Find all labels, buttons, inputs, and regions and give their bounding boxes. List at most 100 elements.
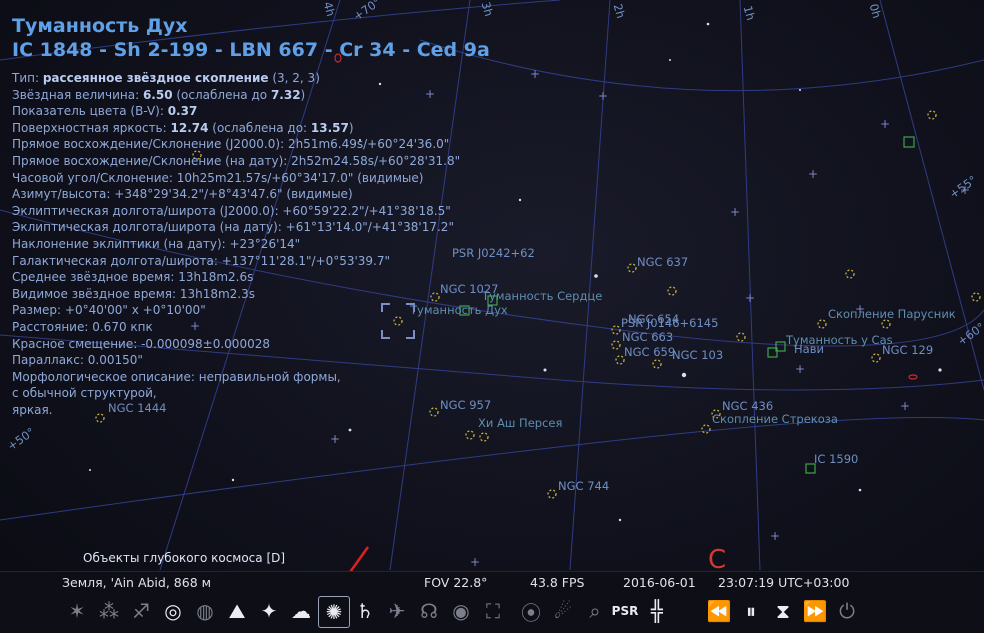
object-name: Туманность Дух — [12, 15, 188, 37]
cardinal-points-icon[interactable]: ✦ — [254, 596, 284, 626]
sky-label[interactable]: Скопление Стрекоза — [712, 412, 838, 426]
info-line: с обычной структурой, — [12, 385, 490, 402]
sky-label[interactable]: Нави — [794, 342, 824, 356]
fps-readout: 43.8 FPS — [530, 575, 585, 590]
fov-readout: FOV 22.8° — [424, 575, 488, 590]
constellation-art-icon[interactable]: ♐ — [126, 596, 156, 626]
sky-label[interactable]: NGC 103 — [672, 348, 723, 362]
info-line-key: Показатель цвета (B-V): — [12, 104, 168, 119]
info-line-rest: 0.670 кпк — [92, 319, 153, 334]
info-line-val: 12.74 — [170, 120, 209, 135]
meteor-showers-icon[interactable]: ☄ — [548, 596, 578, 626]
info-line-val2: 7.32 — [270, 87, 301, 102]
sky-label[interactable]: IC 1590 — [814, 452, 858, 466]
eye-icon[interactable]: ◉ — [446, 596, 476, 626]
constellation-lines-icon[interactable]: ✶ — [62, 596, 92, 626]
sky-label[interactable]: NGC 957 — [440, 398, 491, 412]
sky-label[interactable]: NGC 663 — [622, 330, 673, 344]
object-designations: IC 1848 - Sh 2-199 - LBN 667 - Cr 34 - C… — [12, 39, 490, 61]
info-line-key: Азимут/высота: — [12, 187, 115, 202]
night-mode-icon[interactable]: ☊ — [414, 596, 444, 626]
info-line-rest: +23°26'14" — [229, 236, 301, 251]
object-info-panel: Туманность Дух IC 1848 - Sh 2-199 - LBN … — [12, 14, 490, 418]
sky-label[interactable]: NGC 744 — [558, 479, 609, 493]
svg-text:+: + — [745, 291, 755, 305]
info-line-key: Прямое восхождение/Склонение (J2000.0): — [12, 137, 288, 152]
info-line-rest: неправильной формы, — [198, 369, 341, 384]
info-line-key: Наклонение эклиптики (на дату): — [12, 236, 230, 251]
real-time-icon[interactable]: ⧗ — [768, 596, 798, 626]
info-line-key: Эклиптическая долгота/широта (на дату): — [12, 220, 286, 235]
info-line-rest: 10h25m21.57s/+60°34'17.0" (видимые) — [176, 170, 424, 185]
sky-label[interactable]: NGC 436 — [722, 399, 773, 413]
atmosphere-icon[interactable]: ☁ — [286, 596, 316, 626]
sky-label[interactable]: Хи Аш Персея — [478, 416, 562, 430]
info-line-key: Поверхностная яркость: — [12, 120, 171, 135]
svg-text:+: + — [900, 399, 910, 413]
ground-icon[interactable]: ⛰ — [222, 596, 252, 626]
info-line: Параллакс: 0.00150" — [12, 352, 490, 369]
svg-text:+: + — [770, 529, 780, 543]
sky-view[interactable]: + + + + + + + + + + + + + + + C Туманнос… — [0, 0, 984, 633]
pulsars-label: PSR — [611, 604, 639, 618]
sky-label[interactable]: Скопление Парусник — [828, 307, 956, 321]
info-line: Эклиптическая долгота/широта (J2000.0): … — [12, 203, 490, 220]
info-line: Показатель цвета (B-V): 0.37 — [12, 103, 490, 120]
info-line-rest: +137°11'28.1"/+0°53'39.7" — [221, 253, 391, 268]
pulsars-icon[interactable]: PSR — [610, 596, 640, 626]
pause-icon[interactable]: ⏸ — [736, 596, 766, 626]
quit-icon[interactable]: ⏻ — [832, 596, 862, 626]
info-line-val: рассеянное звёздное скопление — [42, 71, 269, 85]
sky-label[interactable]: NGC 1444 — [108, 401, 166, 415]
sky-label[interactable]: PSR J0146+6145 — [621, 316, 718, 330]
sky-label[interactable]: Туманность Дух — [410, 303, 508, 317]
object-details: Тип: рассеянное звёздное скопление (3, 2… — [12, 70, 490, 418]
svg-text:+: + — [470, 555, 480, 569]
info-line: Звёздная величина: 6.50 (ослаблена до 7.… — [12, 87, 490, 104]
info-line-key: Эклиптическая долгота/широта (J2000.0): — [12, 203, 283, 218]
info-line-rest: с обычной структурой, — [12, 386, 157, 401]
search-icon[interactable]: ⌕ — [580, 596, 610, 626]
info-line-key: Морфологическое описание: — [12, 369, 199, 384]
category-label: Объекты глубокого космоса [D] — [83, 551, 286, 565]
equatorial-mount-icon[interactable]: ✈ — [382, 596, 412, 626]
info-line-key: Красное смещение: — [12, 336, 142, 351]
info-line: Морфологическое описание: неправильной ф… — [12, 369, 490, 386]
info-line-key: Звёздная величина: — [12, 87, 143, 102]
constellation-labels-icon[interactable]: ⁂ — [94, 596, 124, 626]
svg-text:+: + — [730, 205, 740, 219]
info-line: Эклиптическая долгота/широта (на дату): … — [12, 219, 490, 236]
fast-forward-icon[interactable]: ⏩ — [800, 596, 830, 626]
sky-label[interactable]: NGC 659 — [624, 345, 675, 359]
info-line-rest: +348°29'34.2"/+8°43'47.6" (видимые) — [114, 187, 353, 202]
time-readout[interactable]: 23:07:19 UTC+03:00 — [718, 575, 849, 590]
svg-text:+: + — [808, 167, 818, 181]
date-readout[interactable]: 2016-06-01 — [623, 575, 696, 590]
sky-label[interactable]: NGC 129 — [882, 343, 933, 357]
info-line-key: Видимое звёздное время: — [12, 286, 180, 301]
info-line-val2: 13.57 — [310, 120, 349, 135]
info-line-rest: 2h52m24.58s/+60°28'31.8" — [291, 153, 461, 168]
equatorial-grid-icon[interactable]: ◎ — [158, 596, 188, 626]
info-line-rest: 13h18m2.3s — [179, 286, 255, 301]
sky-label[interactable]: PSR J0242+62 — [452, 246, 535, 260]
deep-sky-objects-icon[interactable]: ✺ — [318, 596, 350, 628]
location-readout[interactable]: Земля, 'Ain Abid, 868 м — [62, 575, 211, 590]
info-line-rest2: ) — [300, 87, 306, 102]
fullscreen-icon[interactable]: ⛶ — [478, 596, 508, 626]
info-line-rest: (3, 2, 3) — [268, 71, 320, 85]
satellites-icon[interactable]: ⦿ — [516, 596, 546, 626]
rewind-icon[interactable]: ⏪ — [704, 596, 734, 626]
info-line-key: Размер: — [12, 303, 65, 318]
svg-text:+: + — [795, 362, 805, 376]
info-line-key: Часовой угол/Склонение: — [12, 170, 177, 185]
planet-labels-icon[interactable]: ♄ — [350, 596, 380, 626]
sky-label[interactable]: NGC 637 — [637, 255, 688, 269]
svg-text:+: + — [598, 89, 608, 103]
svg-text:+: + — [330, 432, 340, 446]
crosshair-icon[interactable]: ╬ — [642, 596, 672, 626]
svg-text:+: + — [880, 117, 890, 131]
azimuthal-grid-icon[interactable]: ◍ — [190, 596, 220, 626]
svg-text:+: + — [530, 67, 540, 81]
sky-label[interactable]: Туманность Сердце — [482, 289, 602, 303]
